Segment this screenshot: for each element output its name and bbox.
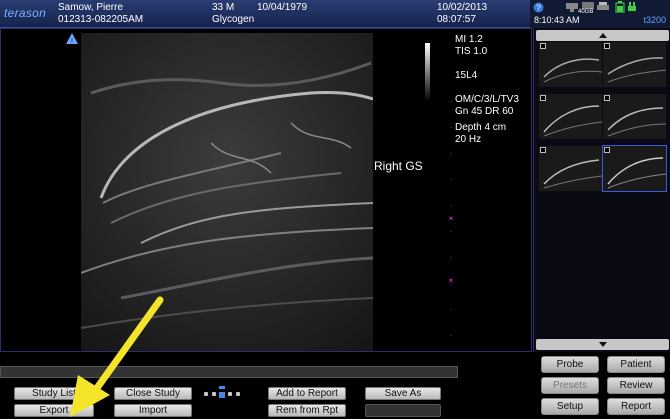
header-bar: terason Samow, Pierre 012313-082205AM 33… [0,0,670,28]
review-button[interactable]: Review [607,377,665,394]
study-date: 10/02/2013 [437,2,488,13]
thumbnail-3[interactable] [539,94,602,139]
svg-text:×: × [449,276,454,285]
pointer-arrow-icon [70,296,164,417]
image-type-icon [604,43,610,49]
power-plug-icon [628,2,636,11]
info-mi: MI 1.2 [455,34,483,45]
storage-label: 40GB [578,9,594,15]
image-type-icon [540,43,546,49]
thumbnail-5[interactable] [539,146,602,191]
info-framerate: 20 Hz [455,134,482,145]
add-to-report-button[interactable]: Add to Report [268,387,346,400]
model-label: t3200 [643,15,666,25]
info-tis: TIS 1.0 [455,46,488,57]
svg-text:?: ? [536,4,541,13]
thumbnail-2[interactable] [603,42,666,87]
terason-logo: terason [4,6,47,20]
image-type-icon [540,95,546,101]
patient-dob: 10/04/1979 [257,2,308,13]
image-annotation[interactable]: Right GS [374,159,423,173]
triangle-down-icon [599,342,607,347]
patient-name: Samow, Pierre [58,2,124,13]
info-depth: Depth 4 cm [455,122,507,133]
system-status-area: ? 40GB 8:10:43 AM t3200 [530,0,670,28]
thumb-scroll-up-button[interactable] [536,30,669,41]
thumbnail-4[interactable] [603,94,666,139]
svg-text:!: ! [71,38,73,44]
patient-age-sex: 33 M [212,2,235,13]
storage-icon [582,2,594,9]
info-mode: OM/C/3/L/TV3 [455,94,519,105]
setup-button[interactable]: Setup [541,398,599,415]
image-type-icon [604,95,610,101]
image-type-icon [604,147,610,153]
empty-button[interactable] [365,404,441,417]
study-time: 08:07:57 [437,14,476,25]
patient-button[interactable]: Patient [607,356,665,373]
svg-text:×: × [449,214,454,223]
triangle-up-icon [599,33,607,38]
thumbnail-6[interactable] [602,145,667,192]
help-icon[interactable]: ? [533,2,544,13]
thumbnail-panel [533,28,670,352]
system-clock: 8:10:43 AM [534,15,580,25]
rem-from-rpt-button[interactable]: Rem from Rpt [268,404,346,417]
thumb-scroll-down-button[interactable] [536,339,669,350]
depth-scale: × × [449,101,454,353]
patient-id: 012313-082205AM [58,14,144,25]
grayscale-bar [425,43,430,101]
imaging-info-panel: MI 1.2 TIS 1.0 15L4 OM/C/3/L/TV3 Gn 45 D… [455,34,519,146]
navigation-pad-icon[interactable] [204,384,240,406]
presets-button[interactable]: Presets [541,377,599,394]
report-button[interactable]: Report [607,398,665,415]
image-type-icon [540,147,546,153]
info-probe: 15L4 [455,70,478,81]
probe-button[interactable]: Probe [541,356,599,373]
thumbnail-1[interactable] [539,42,602,87]
info-gain: Gn 45 DR 60 [455,106,514,117]
save-as-button[interactable]: Save As [365,387,441,400]
printer-icon [597,2,609,10]
study-description: Glycogen [212,14,255,25]
network-icon [566,3,578,12]
orientation-marker-icon: ! [66,33,78,44]
battery-icon [615,1,625,13]
